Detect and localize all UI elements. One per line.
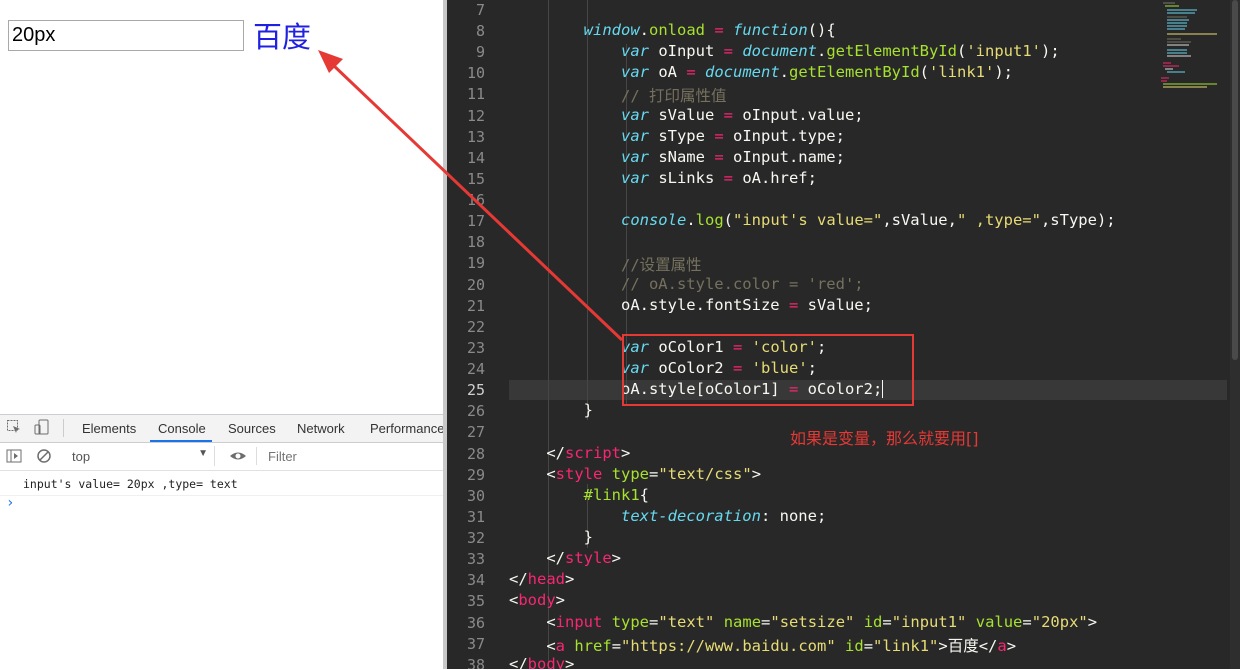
line-number: 36 [466, 614, 485, 632]
line-number: 19 [466, 254, 485, 272]
code-line: #link1{ [583, 486, 649, 504]
line-number: 12 [466, 107, 485, 125]
line-number: 29 [466, 466, 485, 484]
toolbar-separator [256, 447, 257, 465]
code-line: </script> [509, 444, 631, 462]
tab-performance[interactable]: Performance [370, 421, 444, 436]
code-line: <style type="text/css"> [509, 465, 762, 483]
line-number: 23 [466, 339, 485, 357]
dropdown-arrow-icon: ▼ [198, 448, 208, 459]
line-number: 33 [466, 550, 485, 568]
code-line: //设置属性 [620, 256, 702, 274]
sidebar-toggle-icon[interactable] [6, 448, 22, 467]
line-number: 24 [466, 360, 485, 378]
code-line: console.log("input's value=",sValue," ,t… [620, 211, 1116, 229]
console-toolbar: top ▼ [0, 443, 444, 471]
line-number: 38 [466, 656, 485, 669]
line-number: 35 [466, 592, 485, 610]
code-line: } [509, 528, 593, 546]
line-number: 21 [466, 297, 485, 315]
line-number: 27 [466, 423, 485, 441]
device-toolbar-icon[interactable] [34, 419, 50, 438]
devtools-panel: Elements Console Sources Network Perform… [0, 414, 444, 670]
tab-console[interactable]: Console [158, 421, 206, 436]
line-number: 14 [466, 149, 485, 167]
active-tab-indicator [150, 440, 212, 442]
code-line: var sLinks = oA.href; [620, 169, 817, 187]
line-number: 7 [475, 1, 485, 19]
browser-viewport: 百度 Elements Console Sources Network Perf… [0, 0, 444, 670]
devtools-tab-bar: Elements Console Sources Network Perform… [0, 415, 444, 443]
tab-elements[interactable]: Elements [82, 421, 136, 436]
inspect-element-icon[interactable] [6, 419, 22, 438]
line-number: 10 [466, 64, 485, 82]
code-line: oA.style.fontSize = sValue; [509, 296, 873, 314]
code-line: var oA = document.getElementById('link1'… [620, 63, 1013, 81]
line-number: 22 [466, 318, 485, 336]
line-number: 26 [466, 402, 485, 420]
baidu-link[interactable]: 百度 [253, 14, 311, 56]
eye-icon[interactable] [229, 448, 247, 467]
code-line: // oA.style.color = 'red'; [620, 275, 864, 293]
code-line: var sValue = oInput.value; [620, 106, 864, 124]
console-log-message: input's value= 20px ,type= text [0, 471, 443, 496]
line-number: 8 [475, 22, 485, 40]
line-number: 20 [466, 276, 485, 294]
annotation-text: 如果是变量，那么就要用[] [790, 429, 979, 448]
code-line: var sName = oInput.name; [620, 148, 845, 166]
context-selector[interactable]: top ▼ [64, 446, 215, 466]
line-number: 30 [466, 487, 485, 505]
line-number: 31 [466, 508, 485, 526]
tab-network[interactable]: Network [297, 421, 345, 436]
line-number: 9 [475, 43, 485, 61]
scrollbar-thumb[interactable] [1232, 0, 1238, 360]
tab-sources[interactable]: Sources [228, 421, 276, 436]
line-number: 18 [466, 233, 485, 251]
code-line: } [509, 401, 593, 419]
clear-console-icon[interactable] [36, 448, 52, 467]
code-line: </style> [509, 549, 622, 567]
code-line: <body> [509, 591, 566, 609]
code-line: text-decoration: none; [620, 507, 827, 525]
console-prompt[interactable]: › [6, 495, 14, 511]
size-text-input[interactable] [8, 20, 244, 51]
tab-separator [63, 419, 64, 437]
line-number: 28 [466, 445, 485, 463]
line-number: 32 [466, 529, 485, 547]
line-number-current: 25 [466, 381, 485, 399]
highlight-box [622, 334, 914, 406]
line-number: 15 [466, 170, 485, 188]
vertical-scrollbar[interactable] [1230, 0, 1240, 669]
code-line: </head> [509, 570, 575, 588]
code-line: <input type="text" name="setsize" id="in… [509, 613, 1098, 631]
console-filter-input[interactable] [262, 446, 444, 466]
code-line: </body> [509, 655, 575, 669]
line-number: 11 [466, 85, 485, 103]
context-selector-value: top [72, 449, 91, 464]
minimap[interactable] [1157, 0, 1227, 100]
code-line: var sType = oInput.type; [620, 127, 845, 145]
line-number: 37 [466, 635, 485, 653]
code-line: var oInput = document.getElementById('in… [620, 42, 1060, 60]
line-number: 16 [466, 191, 485, 209]
code-line: <a href="https://www.baidu.com" id="link… [509, 637, 1017, 655]
line-number: 17 [466, 212, 485, 230]
code-line: // 打印属性值 [620, 87, 727, 105]
code-line: window.onload = function(){ [583, 21, 836, 39]
line-number: 34 [466, 571, 485, 589]
line-number: 13 [466, 128, 485, 146]
